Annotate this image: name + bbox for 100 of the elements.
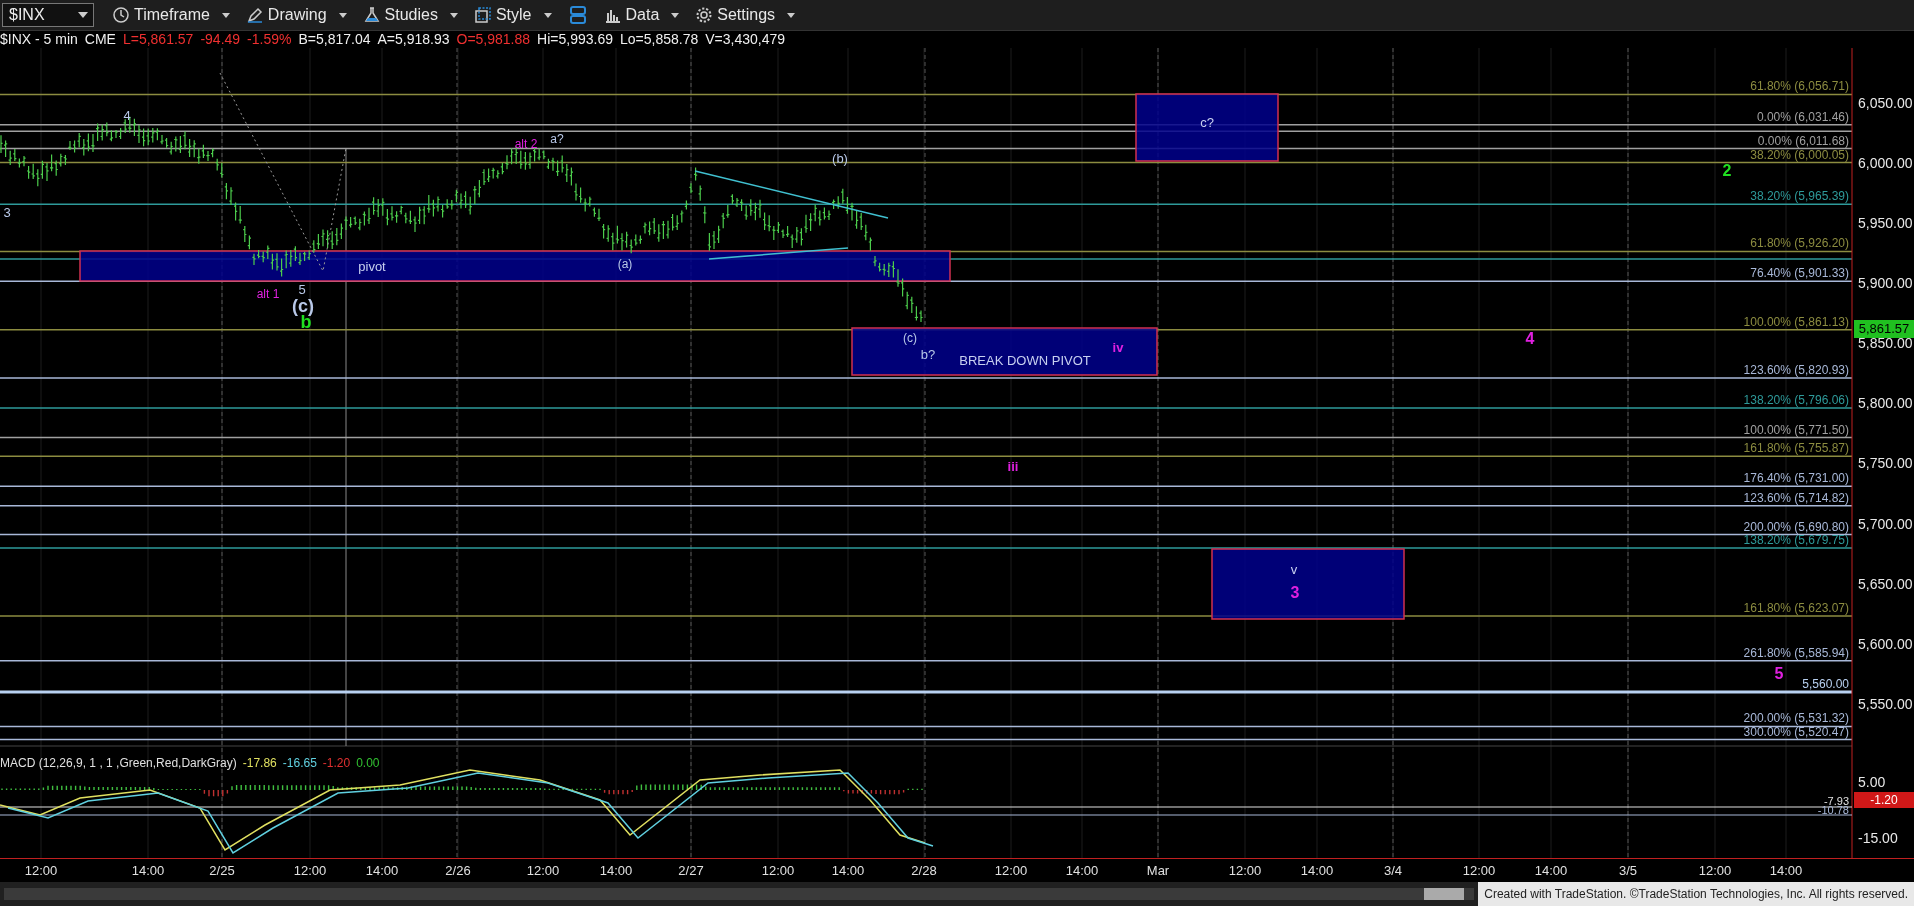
layout-icon	[567, 5, 588, 25]
macd-axis-label: -15.00	[1858, 830, 1898, 846]
caret-icon	[338, 12, 347, 18]
wave-label: 5	[298, 282, 306, 296]
toolbar-menu-button[interactable]: Studies	[356, 2, 464, 28]
time-axis-label: 12:00	[1228, 863, 1262, 878]
price-axis-label: 5,950.00	[1858, 214, 1913, 231]
quote-value: -94.49	[200, 31, 241, 48]
quote-value: Hi=5,993.69	[537, 31, 613, 48]
fib-level-label: 123.60% (5,820.93)	[1743, 364, 1849, 378]
time-axis-label: 12:00	[1462, 863, 1496, 878]
wave-label: (a)	[617, 258, 633, 270]
fib-level-label: 38.20% (5,965.39)	[1750, 190, 1849, 204]
credit-text: Created with TradeStation. ©TradeStation Technologies, Inc. All rights reserved.	[1478, 882, 1914, 906]
wave-label: 3	[1290, 585, 1300, 601]
fib-level-label: 76.40% (5,901.33)	[1750, 267, 1849, 281]
price-axis-label: 5,750.00	[1858, 455, 1913, 472]
toolbar-menu-button[interactable]: Data	[597, 2, 686, 28]
macd-value: 0.00	[356, 756, 380, 770]
macd-value: -1.20	[322, 756, 351, 770]
price-axis-label: 5,700.00	[1858, 515, 1913, 532]
fib-level-label: 176.40% (5,731.00)	[1743, 472, 1849, 486]
toolbar-menu-button[interactable]: Timeframe	[106, 2, 236, 28]
time-axis-label: 2/28	[911, 863, 937, 878]
fib-level-label: 61.80% (5,926.20)	[1750, 237, 1849, 251]
time-axis-label: 12:00	[526, 863, 560, 878]
time-axis-label: 12:00	[994, 863, 1028, 878]
time-axis-label: 2/25	[209, 863, 235, 878]
wave-label: alt 2	[514, 138, 538, 150]
quote-value: O=5,981.88	[456, 31, 531, 48]
quote-value: -1.59%	[247, 31, 292, 48]
fib-level-label: 138.20% (5,679.75)	[1743, 533, 1849, 547]
wave-label: 5	[1774, 666, 1784, 682]
fib-level-label: 138.20% (5,796.06)	[1743, 394, 1849, 407]
time-axis-label: 14:00	[365, 863, 399, 878]
macd-line-label: -7.93	[1823, 796, 1849, 807]
price-axis-label: 5,600.00	[1858, 635, 1913, 652]
fib-level-label: 5,560.00	[1802, 677, 1849, 691]
pen-icon	[245, 6, 264, 24]
scrollbar[interactable]	[4, 888, 1475, 900]
caret-icon	[671, 12, 680, 18]
time-axis-label: 12:00	[1698, 863, 1732, 878]
fib-level-label: 161.80% (5,623.07)	[1743, 602, 1849, 616]
fib-level-label: 161.80% (5,755.87)	[1743, 442, 1849, 456]
time-axis-label: 14:00	[1534, 863, 1568, 878]
price-axis-label: 6,000.00	[1858, 154, 1913, 171]
caret-icon	[787, 12, 796, 18]
caret-icon	[221, 12, 230, 18]
wave-label: alt 1	[256, 288, 280, 300]
wave-label: 3	[3, 205, 11, 219]
macd-title: MACD (12,26,9, 1 , 1 ,Green,Red,DarkGray)	[0, 756, 237, 770]
quote-value: Lo=5,858.78	[619, 31, 699, 48]
quote-value: A=5,918.93	[377, 31, 450, 48]
caret-icon	[543, 12, 552, 18]
fib-level-label: 61.80% (6,056.71)	[1750, 80, 1849, 94]
toolbar-menu-button[interactable]: Settings	[689, 2, 802, 28]
fib-level-label: 300.00% (5,520.47)	[1743, 725, 1849, 739]
flask-icon	[362, 6, 381, 24]
price-axis-label: 5,650.00	[1858, 575, 1913, 592]
wave-label: b?	[920, 347, 936, 361]
wave-label: (c)	[903, 332, 917, 344]
macd-axis-label: 5.00	[1858, 774, 1886, 790]
fib-level-label: 100.00% (5,771.50)	[1743, 423, 1849, 437]
time-axis-label: 3/5	[1618, 863, 1638, 878]
wave-label: iii	[1007, 459, 1019, 473]
fib-level-label: 200.00% (5,690.80)	[1743, 520, 1849, 534]
time-axis-label: Mar	[1146, 863, 1170, 878]
toolbar-menu-button[interactable]: Style	[467, 2, 558, 28]
wave-label: (b)	[832, 151, 848, 165]
quote-value: CME	[84, 31, 116, 48]
price-axis-label: 6,050.00	[1858, 94, 1913, 111]
time-axis-label: 12:00	[24, 863, 58, 878]
zone-label: v	[1290, 561, 1298, 577]
zone-label: c?	[1200, 114, 1214, 130]
settings-icon	[695, 6, 714, 24]
fib-level-label: 38.20% (6,000.05)	[1750, 148, 1849, 162]
fib-level-label: 123.60% (5,714.82)	[1743, 491, 1849, 505]
zone-label: pivot	[358, 258, 386, 274]
toolbar-menu-button[interactable]: Drawing	[239, 2, 353, 28]
time-axis-label: 14:00	[831, 863, 865, 878]
price-axis-label: 5,550.00	[1858, 696, 1913, 712]
scrollbar-thumb[interactable]	[1424, 888, 1464, 900]
quote-value: B=5,817.04	[298, 31, 371, 48]
wave-label: 4	[1525, 331, 1535, 347]
caret-icon	[449, 12, 458, 18]
fib-level-label: 0.00% (6,031.46)	[1756, 110, 1849, 124]
time-axis-label: 2/27	[678, 863, 704, 878]
square-icon	[473, 6, 492, 24]
fib-level-label: 200.00% (5,531.32)	[1743, 712, 1849, 726]
wave-label: (c)	[292, 297, 314, 315]
macd-line-label: -10.78	[1817, 805, 1849, 816]
wave-label: iv	[1112, 340, 1124, 354]
price-axis-label: 5,800.00	[1858, 395, 1913, 412]
price-axis-label: 5,900.00	[1858, 274, 1913, 291]
time-axis-label: 14:00	[1769, 863, 1803, 878]
fib-level-label: 0.00% (6,011.68)	[1757, 134, 1849, 148]
quote-value: L=5,861.57	[122, 31, 194, 48]
quote-value: $INX - 5 min	[0, 31, 78, 48]
time-axis-label: 14:00	[131, 863, 165, 878]
wave-label: 4	[123, 108, 131, 122]
